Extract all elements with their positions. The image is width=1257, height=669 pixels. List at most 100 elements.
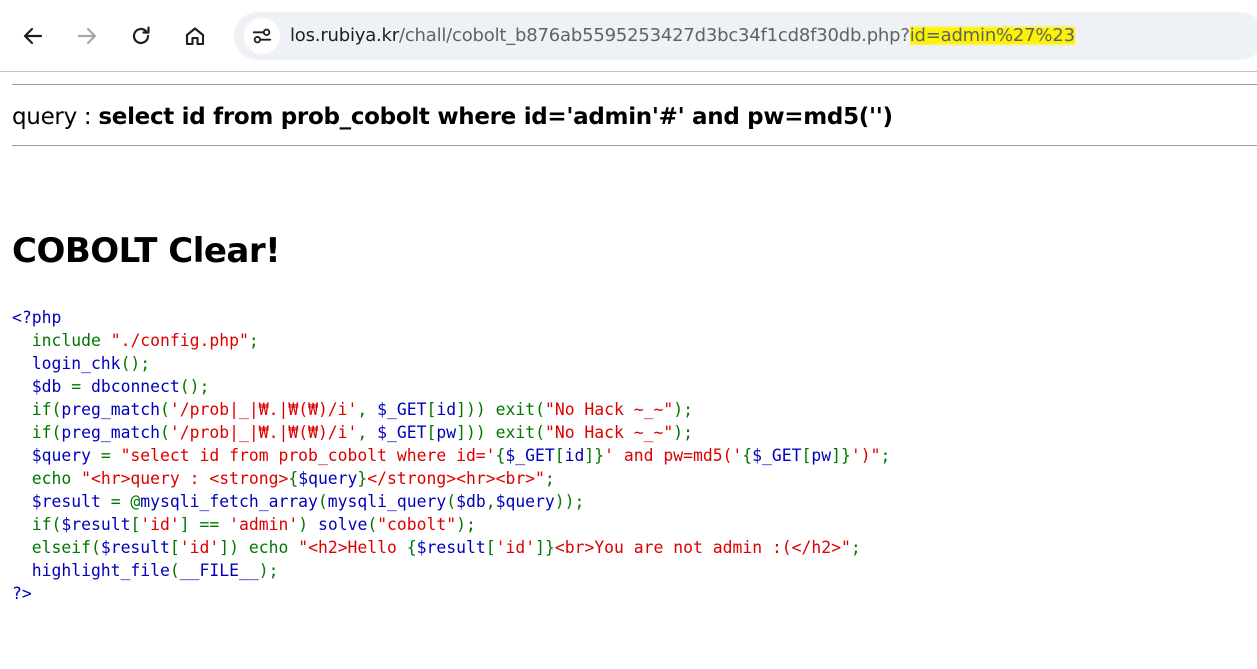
- code-line: if($result['id'] == 'admin') solve("cobo…: [12, 513, 890, 536]
- code-token: '/prob|_|₩.|₩(₩)/i': [169, 423, 358, 442]
- code-token: = @: [110, 492, 141, 511]
- back-button[interactable]: [14, 17, 52, 55]
- code-token: }: [357, 469, 368, 488]
- url-path: /chall/cobolt_b876ab5595253427d3bc34f1cd…: [398, 25, 910, 46]
- code-token: mysqli_fetch_array: [140, 492, 318, 511]
- code-token: ])) exit(: [456, 400, 545, 419]
- code-token: [: [130, 515, 141, 534]
- code-line: ?>: [12, 582, 890, 605]
- code-token: ?>: [12, 584, 32, 603]
- forward-button[interactable]: [68, 17, 106, 55]
- address-bar[interactable]: los.rubiya.kr/chall/cobolt_b876ab5595253…: [234, 12, 1257, 60]
- code-token: [: [169, 538, 180, 557]
- code-line: $query = "select id from prob_cobolt whe…: [12, 444, 891, 467]
- code-token: pw: [436, 423, 457, 442]
- code-token: "./config.php": [110, 331, 249, 350]
- browser-toolbar: los.rubiya.kr/chall/cobolt_b876ab5595253…: [0, 0, 1257, 72]
- code-token: $_GET: [377, 423, 427, 442]
- code-token: ] ==: [179, 515, 230, 534]
- home-icon: [185, 27, 205, 46]
- code-token: $query: [298, 469, 358, 488]
- code-token: =: [100, 446, 121, 465]
- query-value: select id from prob_cobolt where id='adm…: [98, 104, 893, 130]
- code-token: [: [801, 446, 812, 465]
- code-token: highlight_file: [12, 561, 170, 580]
- code-token: (: [367, 515, 378, 534]
- code-token: ;: [248, 331, 259, 350]
- code-token: <br>You are not admin :(</h2>": [554, 538, 851, 557]
- code-token: id: [564, 446, 585, 465]
- code-line: include "./config.php";: [12, 329, 890, 352]
- code-line: elseif($result['id']) echo "<h2>Hello {$…: [12, 536, 890, 559]
- code-token: "<hr>query : <strong>: [81, 469, 289, 488]
- code-token: [: [554, 446, 565, 465]
- arrow-right-icon: [77, 27, 97, 45]
- code-token: solve: [317, 515, 368, 534]
- code-token: {: [495, 446, 506, 465]
- code-token: login_chk: [12, 354, 121, 373]
- code-token: ;: [880, 446, 891, 465]
- code-line: if(preg_match('/prob|_|₩.|₩(₩)/i', $_GET…: [12, 398, 890, 421]
- home-button[interactable]: [176, 17, 214, 55]
- code-token: <?php: [12, 308, 62, 327]
- reload-button[interactable]: [122, 17, 160, 55]
- code-token: $db: [456, 492, 486, 511]
- arrow-left-icon: [23, 27, 43, 45]
- code-line: $db = dbconnect();: [12, 375, 890, 398]
- code-token: pw: [811, 446, 832, 465]
- divider-top: [12, 84, 1257, 85]
- url-host: los.rubiya.kr: [290, 25, 399, 46]
- code-token: ')": [850, 446, 881, 465]
- code-token: "No Hack ~_~": [544, 400, 674, 419]
- divider-bottom: [12, 145, 1257, 146]
- code-token: ' and pw=md5(': [604, 446, 743, 465]
- code-token: $result: [61, 515, 131, 534]
- reload-icon: [132, 26, 150, 45]
- code-token: (: [169, 561, 180, 580]
- code-token: $result: [416, 538, 486, 557]
- url-text[interactable]: los.rubiya.kr/chall/cobolt_b876ab5595253…: [290, 24, 1075, 48]
- code-line: $result = @mysqli_fetch_array(mysqli_que…: [12, 490, 890, 513]
- code-token: $result: [100, 538, 170, 557]
- code-token: ();: [120, 354, 151, 373]
- clear-heading: COBOLT Clear!: [12, 231, 281, 271]
- code-token: if(: [31, 515, 62, 534]
- code-token: $result: [12, 492, 111, 511]
- code-token: ,: [485, 492, 496, 511]
- code-token: mysqli_query: [327, 492, 447, 511]
- code-token: "<h2>Hello: [298, 538, 407, 557]
- code-token: $query: [495, 492, 555, 511]
- code-token: 'id': [179, 538, 220, 557]
- code-token: ;: [850, 538, 861, 557]
- code-token: $_GET: [752, 446, 802, 465]
- code-token: '/prob|_|₩.|₩(₩)/i': [169, 400, 358, 419]
- code-line: highlight_file(__FILE__);: [12, 559, 890, 582]
- code-token: elseif(: [31, 538, 101, 557]
- source-code: <?php include "./config.php"; login_chk(…: [12, 306, 890, 605]
- code-token: {: [406, 538, 417, 557]
- code-token: {: [288, 469, 299, 488]
- code-token: ])) exit(: [456, 423, 545, 442]
- code-token: );: [673, 400, 693, 419]
- code-line: <?php: [12, 306, 890, 329]
- site-info-button[interactable]: [244, 18, 280, 54]
- code-token: ]}: [535, 538, 555, 557]
- code-token: ]}: [831, 446, 851, 465]
- code-token: "select id from prob_cobolt where id=': [120, 446, 496, 465]
- code-token: (: [446, 492, 457, 511]
- code-token: ]) echo: [219, 538, 299, 557]
- code-token: include: [31, 331, 111, 350]
- code-token: (: [317, 492, 328, 511]
- code-line: login_chk();: [12, 352, 890, 375]
- code-token: "No Hack ~_~": [544, 423, 674, 442]
- code-token: id: [436, 400, 457, 419]
- code-token: echo: [31, 469, 82, 488]
- code-token: </strong><hr><br>": [367, 469, 545, 488]
- code-token: ;: [544, 469, 555, 488]
- code-token: ,: [357, 400, 378, 419]
